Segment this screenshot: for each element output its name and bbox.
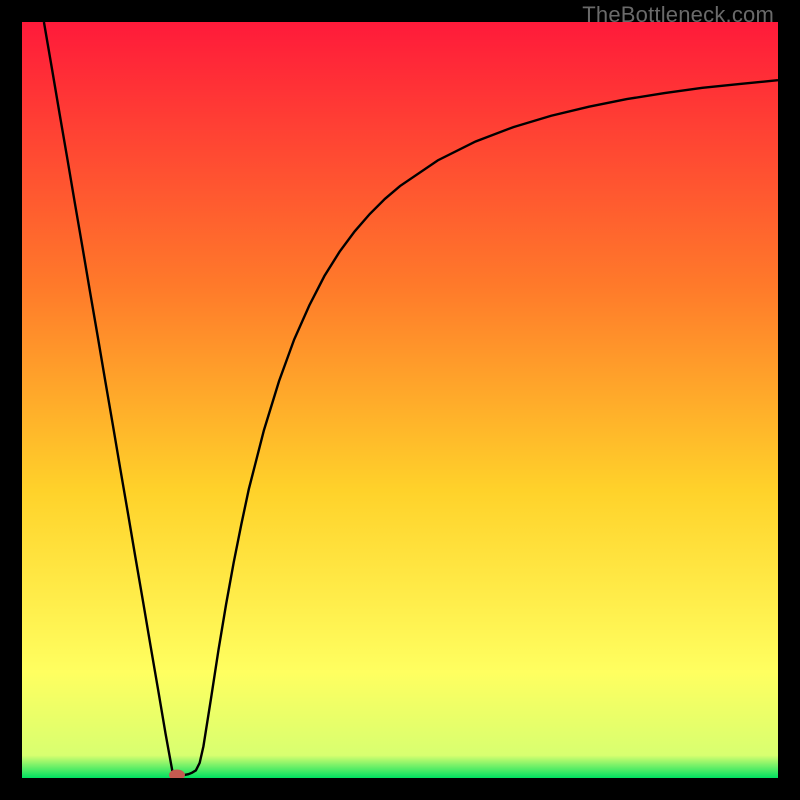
gradient-background (22, 22, 778, 778)
watermark-text: TheBottleneck.com (582, 2, 774, 28)
chart-frame (22, 22, 778, 778)
bottleneck-chart (22, 22, 778, 778)
